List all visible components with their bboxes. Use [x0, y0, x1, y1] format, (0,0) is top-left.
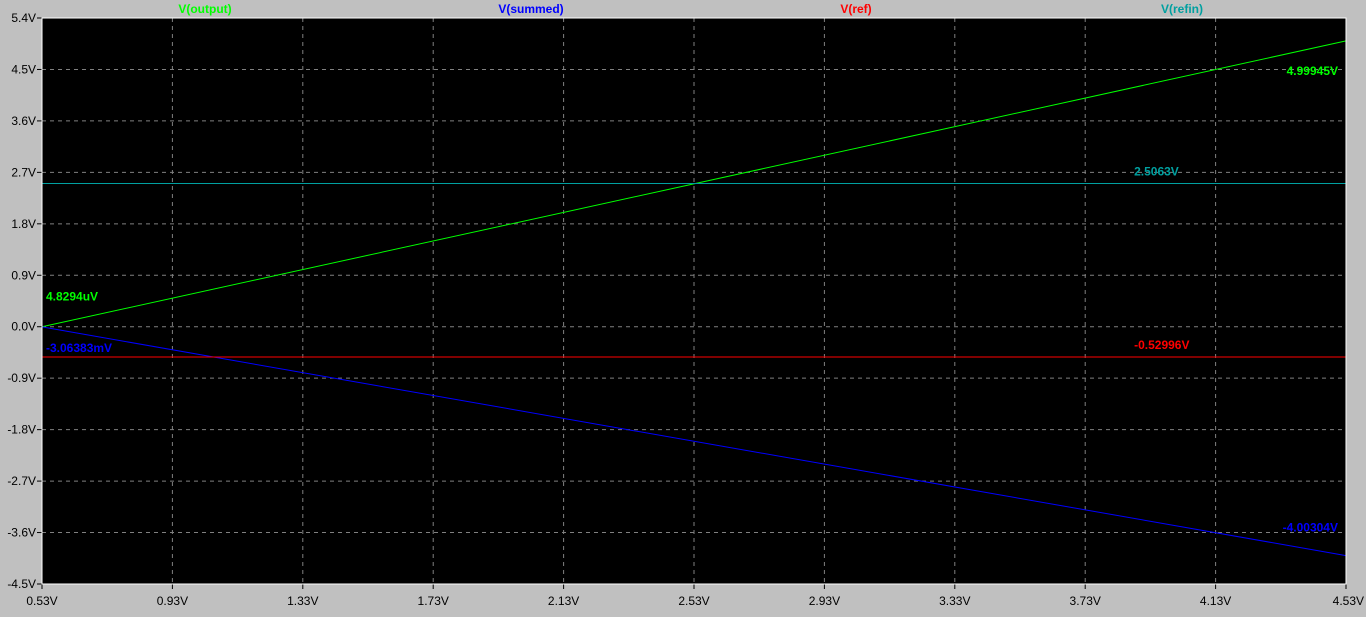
y-tick-label: 1.8V — [11, 217, 36, 231]
x-tick-label: 4.13V — [1200, 594, 1231, 608]
x-tick-label: 3.33V — [939, 594, 970, 608]
x-tick-label: 0.93V — [157, 594, 188, 608]
data-label: -0.52996V — [1134, 338, 1189, 352]
x-tick-label: 2.53V — [678, 594, 709, 608]
y-tick-label: 4.5V — [11, 62, 36, 76]
x-tick-label: 2.93V — [809, 594, 840, 608]
data-label: 4.99945V — [1287, 64, 1338, 78]
data-label: -3.06383mV — [46, 341, 112, 355]
waveform-plot: 4.8294uV 4.99945V -3.06383mV -4.00304V -0.52… — [0, 0, 1366, 612]
y-tick-label: -2.7V — [7, 474, 36, 488]
legend-entry: V(refin) — [1161, 2, 1203, 16]
data-label: 4.8294uV — [46, 290, 98, 304]
x-tick-label: 1.73V — [418, 594, 449, 608]
y-tick-label: -3.6V — [7, 526, 36, 540]
y-tick-label: -1.8V — [7, 423, 36, 437]
x-tick-label: 2.13V — [548, 594, 579, 608]
legend-entry: V(output) — [178, 2, 231, 16]
y-tick-label: 3.6V — [11, 114, 36, 128]
plot-svg: 4.8294uV 4.99945V -3.06383mV -4.00304V -0.52… — [0, 0, 1366, 612]
legend-entry: V(ref) — [840, 2, 871, 16]
data-label: 2.5063V — [1134, 164, 1179, 178]
data-label: -4.00304V — [1283, 521, 1338, 535]
y-tick-label: 0.9V — [11, 268, 36, 282]
y-tick-label: 5.4V — [11, 11, 36, 25]
y-tick-label: 0.0V — [11, 320, 36, 334]
legend-entry: V(summed) — [498, 2, 563, 16]
y-tick-label: 2.7V — [11, 165, 36, 179]
x-tick-label: 3.73V — [1070, 594, 1101, 608]
y-tick-label: -4.5V — [7, 577, 36, 591]
x-tick-label: 0.53V — [26, 594, 57, 608]
x-tick-label: 4.53V — [1333, 594, 1364, 608]
x-tick-label: 1.33V — [287, 594, 318, 608]
y-tick-label: -0.9V — [7, 371, 36, 385]
